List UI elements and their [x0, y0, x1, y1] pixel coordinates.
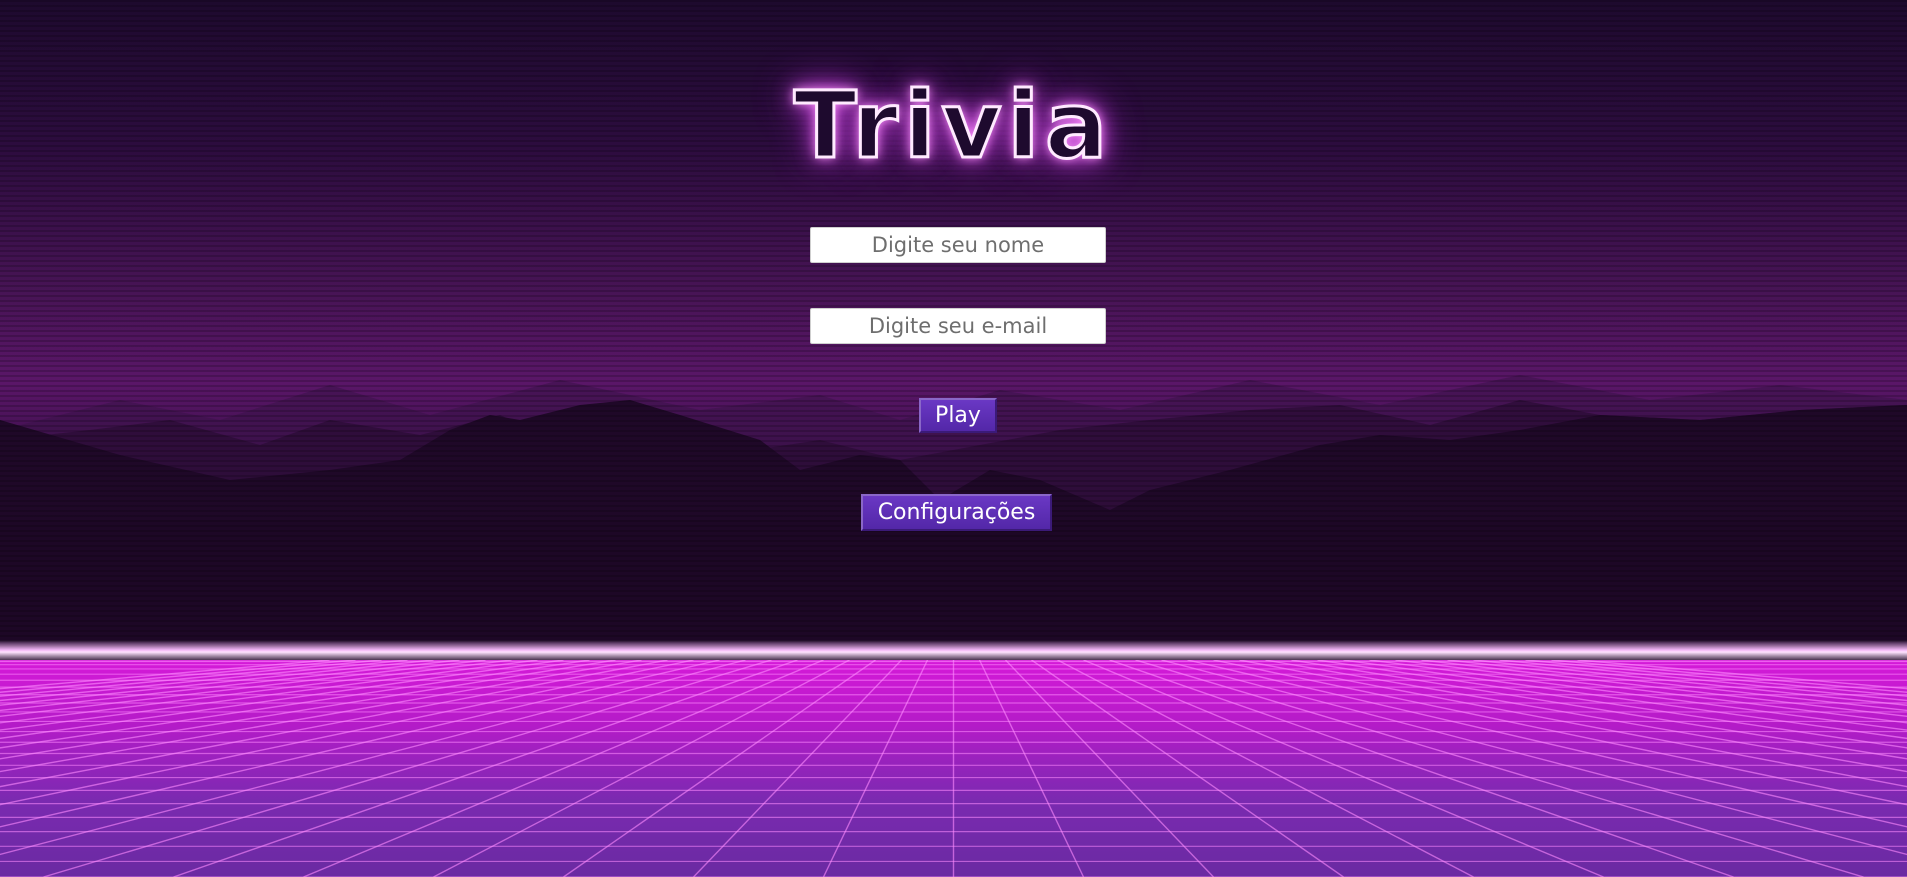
grid-line-vertical — [0, 660, 694, 806]
grid-line-vertical — [0, 660, 382, 697]
play-button[interactable]: Play — [919, 398, 997, 433]
grid-line-vertical — [0, 660, 720, 828]
grid-line-vertical — [1551, 660, 1907, 693]
grid-line-vertical — [563, 660, 876, 877]
grid-line-vertical — [1004, 660, 1215, 877]
grid-line-vertical — [1109, 660, 1734, 877]
grid-line-vertical — [692, 660, 903, 877]
game-login-screen: Trivia Play Configurações — [0, 0, 1907, 877]
neon-grid — [0, 660, 1907, 877]
grid-line-vertical — [173, 660, 798, 877]
grid-line-vertical — [1525, 660, 1907, 697]
settings-button[interactable]: Configurações — [861, 494, 1052, 531]
grid-line-vertical — [0, 660, 590, 749]
grid-line-vertical — [1031, 660, 1344, 877]
grid-line-vertical — [1213, 660, 1907, 806]
email-input[interactable] — [810, 308, 1106, 344]
grid-line-vertical — [0, 660, 356, 693]
mountains-base — [0, 520, 1907, 660]
grid-line-vertical — [1447, 660, 1907, 712]
grid-line-vertical — [303, 660, 824, 877]
grid-line-vertical — [978, 660, 1085, 877]
name-input[interactable] — [810, 227, 1106, 263]
grid-line-vertical — [822, 660, 929, 877]
grid-line-vertical — [43, 660, 772, 877]
grid-line-vertical — [1187, 660, 1907, 828]
grid-line-vertical — [0, 660, 460, 712]
grid-line-vertical — [1135, 660, 1864, 877]
game-title: Trivia — [792, 71, 1114, 181]
grid-line-vertical — [1317, 660, 1907, 749]
horizon-glow — [0, 640, 1907, 662]
grid-line-vertical — [1083, 660, 1604, 877]
